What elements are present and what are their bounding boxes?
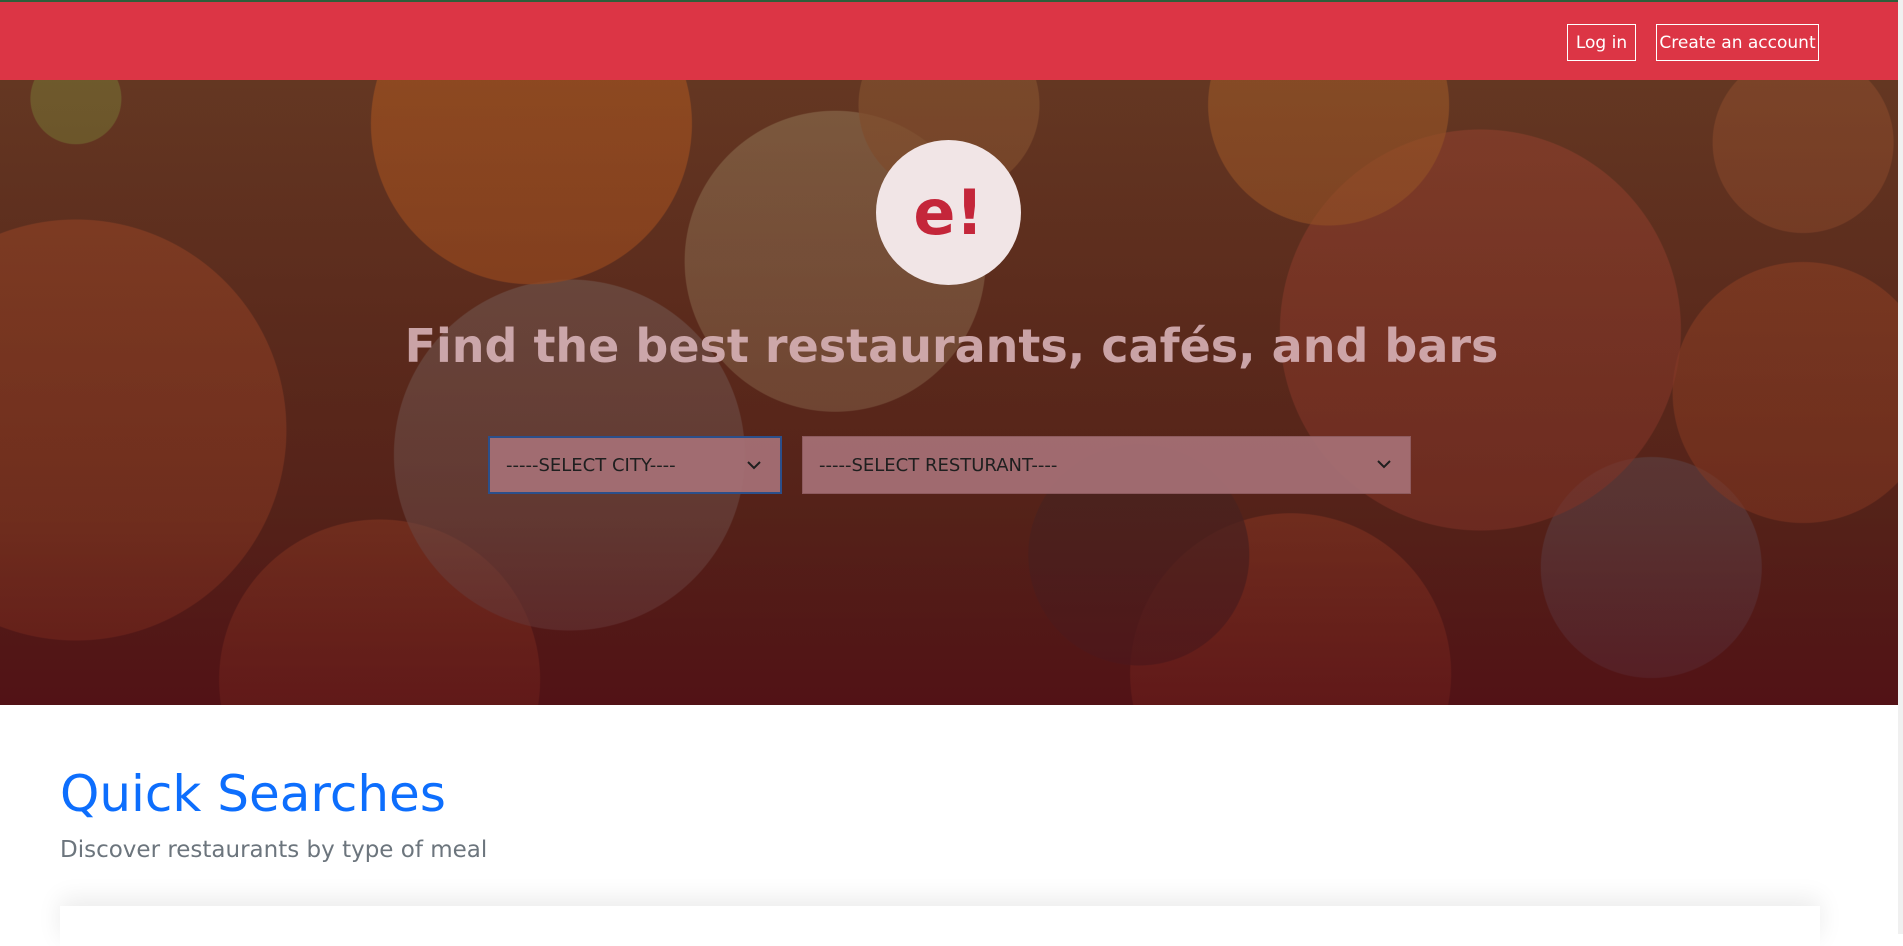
restaurant-select-value: -----SELECT RESTURANT----: [819, 454, 1058, 476]
create-account-button[interactable]: Create an account: [1656, 24, 1819, 61]
logo-text: e!: [913, 176, 984, 249]
city-select-value: -----SELECT CITY----: [506, 454, 676, 476]
quick-search-cards-container: [60, 906, 1820, 946]
scrollbar-track[interactable]: [1898, 0, 1903, 934]
chevron-down-icon: [1377, 460, 1391, 469]
hero-title: Find the best restaurants, cafés, and ba…: [404, 319, 1499, 373]
quick-searches-title: Quick Searches: [60, 765, 446, 823]
restaurant-select[interactable]: -----SELECT RESTURANT----: [802, 436, 1411, 494]
login-button[interactable]: Log in: [1567, 24, 1636, 61]
chevron-down-icon: [747, 461, 761, 470]
logo: e!: [876, 140, 1021, 285]
quick-searches-subtitle: Discover restaurants by type of meal: [60, 837, 488, 863]
top-navbar: Log in Create an account: [0, 0, 1903, 80]
city-select[interactable]: -----SELECT CITY----: [488, 436, 782, 494]
